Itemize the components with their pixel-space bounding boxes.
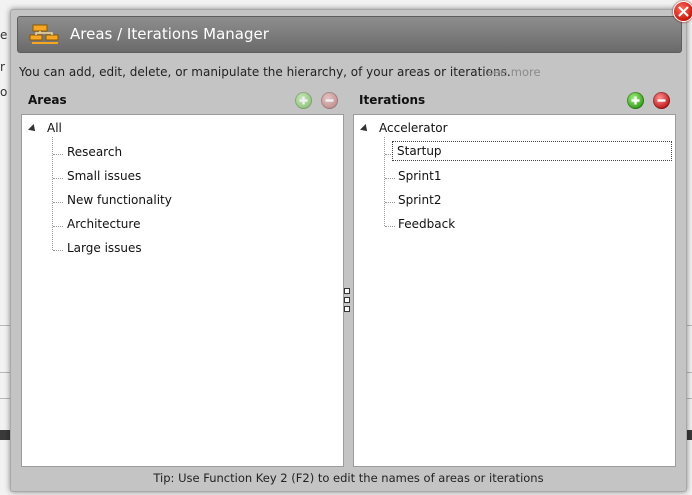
background-text: e: [0, 28, 8, 42]
areas-add-button[interactable]: [295, 92, 312, 109]
minus-icon: [657, 99, 666, 102]
tree-node[interactable]: Small issues: [67, 169, 141, 183]
iterations-heading: Iterations: [359, 93, 426, 107]
tree-node[interactable]: Research: [67, 145, 122, 159]
dialog-title: Areas / Iterations Manager: [70, 25, 269, 43]
minus-icon: [325, 99, 334, 102]
grip-dot: [344, 306, 350, 312]
tree-node-root[interactable]: All: [47, 121, 62, 135]
dialog-title-bar[interactable]: Areas / Iterations Manager: [17, 16, 682, 53]
iterations-tree[interactable]: Accelerator Startup Sprint1 Sprint2 Feed…: [353, 114, 676, 467]
tree-node[interactable]: Feedback: [398, 217, 455, 231]
tree-connector: [385, 202, 395, 203]
tree-connector: [385, 178, 395, 179]
background-text: r: [0, 60, 5, 74]
tree-node-root[interactable]: Accelerator: [379, 121, 448, 135]
tree-connector: [384, 137, 385, 226]
background-text: o: [0, 85, 8, 99]
plus-icon: [299, 96, 308, 105]
collapse-arrow-icon[interactable]: [28, 124, 38, 134]
plus-icon: [631, 96, 640, 105]
iterations-delete-button[interactable]: [653, 92, 670, 109]
areas-iterations-dialog: Areas / Iterations Manager You can add, …: [10, 9, 687, 492]
grip-dot: [344, 288, 350, 294]
tree-connector: [53, 202, 63, 203]
tree-node[interactable]: Large issues: [67, 241, 142, 255]
hierarchy-icon: [29, 24, 59, 44]
tree-connector: [53, 154, 63, 155]
tree-connector: [53, 178, 63, 179]
areas-delete-button[interactable]: [321, 92, 338, 109]
tree-node-selected[interactable]: Startup: [392, 141, 672, 161]
pane-splitter[interactable]: [344, 288, 350, 312]
tree-node[interactable]: Sprint1: [398, 169, 441, 183]
tree-node[interactable]: New functionality: [67, 193, 172, 207]
tree-connector: [385, 226, 395, 227]
areas-heading: Areas: [28, 93, 67, 107]
tree-node[interactable]: Architecture: [67, 217, 140, 231]
areas-tree[interactable]: All Research Small issues New functional…: [21, 114, 344, 467]
tree-connector: [53, 250, 63, 251]
see-more-link[interactable]: see more: [487, 65, 541, 79]
tree-connector: [53, 226, 63, 227]
tree-node[interactable]: Sprint2: [398, 193, 441, 207]
tree-connector: [385, 154, 393, 155]
grip-dot: [344, 297, 350, 303]
close-button[interactable]: [673, 1, 692, 22]
close-icon: [678, 6, 689, 17]
collapse-arrow-icon[interactable]: [360, 124, 370, 134]
iterations-add-button[interactable]: [627, 92, 644, 109]
dialog-description: You can add, edit, delete, or manipulate…: [19, 65, 511, 79]
tip-text: Tip: Use Function Key 2 (F2) to edit the…: [153, 471, 544, 485]
